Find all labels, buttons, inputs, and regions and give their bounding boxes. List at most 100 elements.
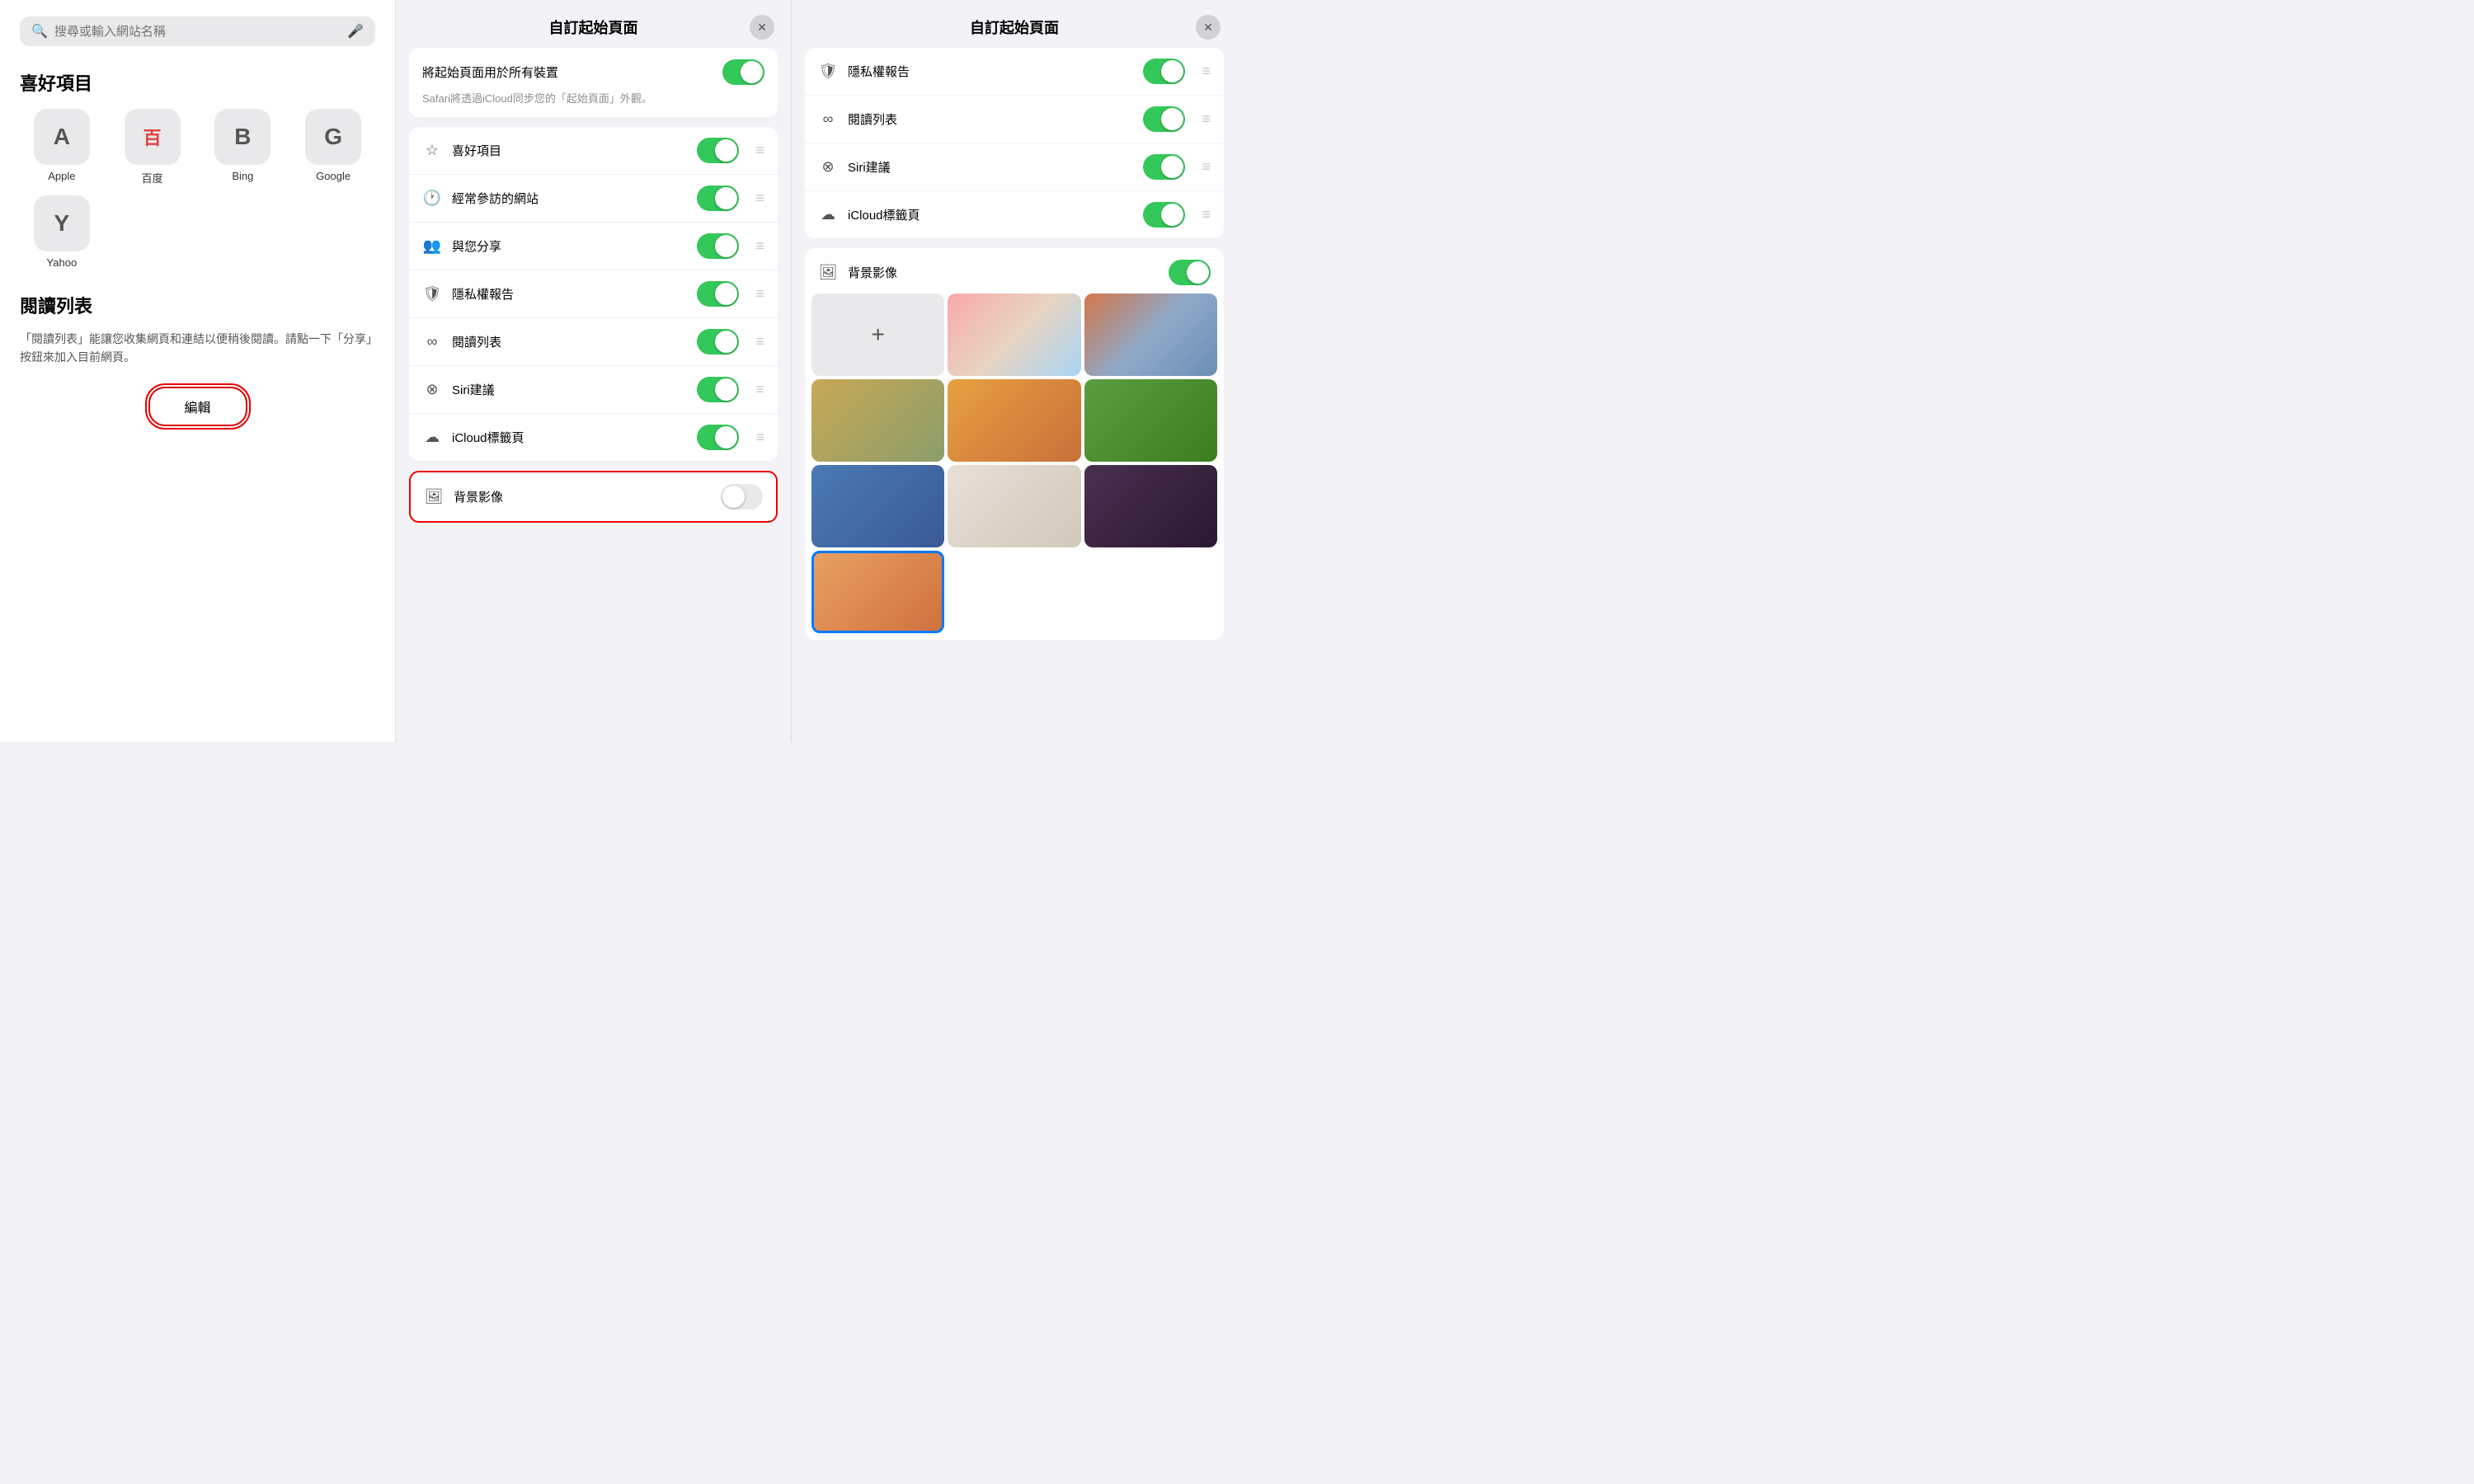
add-wallpaper-button[interactable]: + <box>811 294 944 376</box>
favorite-icon-bing: B <box>214 109 270 165</box>
drag-handle-reading[interactable]: ≡ <box>755 333 764 350</box>
p3-drag-icloud[interactable]: ≡ <box>1202 206 1211 223</box>
favorite-label-apple: Apple <box>48 170 75 182</box>
sync-toggle[interactable] <box>722 59 764 85</box>
settings-item-privacy: 🛡 隱私權報告 ≡ <box>409 270 778 318</box>
item-label-privacy: 隱私權報告 <box>452 285 687 303</box>
item-label-shared: 與您分享 <box>452 237 687 255</box>
favorite-item-baidu[interactable]: 百 百度 <box>111 109 195 186</box>
p3-settings-list: 🛡 隱私權報告 ≡ ∞ 閱讀列表 ≡ ⊗ Siri建議 ≡ ☁ <box>805 48 1224 238</box>
safari-start-page: 🔍 🎤 喜好項目 A Apple 百 百度 B Bing G Google Y … <box>0 0 396 742</box>
toggle-reading[interactable] <box>697 329 739 355</box>
drag-handle-siri[interactable]: ≡ <box>755 381 764 398</box>
p3-cloud-icon: ☁ <box>818 205 838 225</box>
wallpaper-dark[interactable] <box>1084 465 1217 547</box>
settings-item-siri: ⊗ Siri建議 ≡ <box>409 366 778 414</box>
p3-toggle-icloud[interactable] <box>1143 202 1185 228</box>
drag-handle-frequent[interactable]: ≡ <box>755 190 764 207</box>
toggle-shared[interactable] <box>697 233 739 259</box>
wallpaper-blue[interactable] <box>811 465 944 547</box>
item-label-frequent: 經常參訪的網站 <box>452 190 687 207</box>
p3-drag-siri[interactable]: ≡ <box>1202 158 1211 176</box>
settings-item-favorites: ☆ 喜好項目 ≡ <box>409 127 778 175</box>
toggle-siri[interactable] <box>697 377 739 402</box>
favorite-item-yahoo[interactable]: Y Yahoo <box>20 195 104 269</box>
toggle-frequent[interactable] <box>697 186 739 211</box>
shield-icon: 🛡 <box>422 284 442 304</box>
p3-shield-icon: 🛡 <box>818 62 838 82</box>
drag-handle-privacy[interactable]: ≡ <box>755 285 764 303</box>
modal-body-2: 🛡 隱私權報告 ≡ ∞ 閱讀列表 ≡ ⊗ Siri建議 ≡ ☁ <box>792 48 1237 742</box>
p3-bg-toggle[interactable] <box>1169 260 1211 285</box>
drag-handle-favorites[interactable]: ≡ <box>755 142 764 159</box>
sync-row: 將起始頁面用於所有裝置 <box>422 59 764 85</box>
favorite-item-apple[interactable]: A Apple <box>20 109 104 186</box>
star-icon: ☆ <box>422 141 442 161</box>
favorite-icon-google: G <box>305 109 361 165</box>
bg-toggle[interactable] <box>721 484 763 510</box>
favorites-title: 喜好項目 <box>20 69 375 96</box>
modal-header-2: 自訂起始頁面 ✕ <box>792 0 1237 48</box>
p3-drag-reading[interactable]: ≡ <box>1202 110 1211 128</box>
customize-modal-1: 自訂起始頁面 ✕ 將起始頁面用於所有裝置 Safari將透過iCloud同步您的… <box>396 0 792 742</box>
sync-desc: Safari將透過iCloud同步您的「起始頁面」外觀。 <box>422 90 764 106</box>
favorite-icon-baidu: 百 <box>125 109 181 165</box>
p3-toggle-siri[interactable] <box>1143 154 1185 180</box>
p3-glasses-icon: ∞ <box>818 110 838 129</box>
wallpaper-green[interactable] <box>1084 379 1217 462</box>
favorite-item-google[interactable]: G Google <box>291 109 375 186</box>
favorite-item-bing[interactable]: B Bing <box>201 109 285 186</box>
p3-image-icon: 🖼 <box>818 263 838 283</box>
sync-section: 將起始頁面用於所有裝置 Safari將透過iCloud同步您的「起始頁面」外觀。 <box>409 48 778 117</box>
edit-button[interactable]: 編輯 <box>148 387 247 426</box>
close-button-1[interactable]: ✕ <box>750 15 774 40</box>
plus-icon: + <box>871 322 884 348</box>
p3-toggle-privacy[interactable] <box>1143 59 1185 84</box>
drag-handle-icloud[interactable]: ≡ <box>755 429 764 446</box>
p3-item-reading: ∞ 閱讀列表 ≡ <box>805 96 1224 143</box>
glasses-icon: ∞ <box>422 332 442 352</box>
p3-item-privacy: 🛡 隱私權報告 ≡ <box>805 48 1224 96</box>
close-button-2[interactable]: ✕ <box>1196 15 1221 40</box>
toggle-favorites[interactable] <box>697 138 739 163</box>
clock-icon: 🕐 <box>422 189 442 209</box>
p3-bg-label: 背景影像 <box>848 264 1159 281</box>
settings-item-icloud: ☁ iCloud標籤頁 ≡ <box>409 414 778 461</box>
wallpaper-paper[interactable] <box>948 465 1080 547</box>
wallpaper-butterfly[interactable] <box>948 294 1080 376</box>
favorite-icon-yahoo: Y <box>34 195 90 251</box>
item-label-favorites: 喜好項目 <box>452 142 687 159</box>
favorite-label-baidu: 百度 <box>142 170 163 186</box>
bg-label: 背景影像 <box>454 488 711 505</box>
search-bar[interactable]: 🔍 🎤 <box>20 16 375 46</box>
p3-siri-icon: ⊗ <box>818 157 838 177</box>
modal-title-1: 自訂起始頁面 <box>549 16 638 38</box>
background-image-section: 🖼 背景影像 <box>409 471 778 523</box>
wallpaper-orange-selected[interactable] <box>811 551 944 633</box>
modal-title-2: 自訂起始頁面 <box>970 16 1059 38</box>
p3-toggle-reading[interactable] <box>1143 106 1185 132</box>
wallpaper-flowers[interactable] <box>948 379 1080 462</box>
wallpaper-abstract1[interactable] <box>811 379 944 462</box>
image-icon: 🖼 <box>424 487 444 507</box>
search-input[interactable] <box>54 25 341 39</box>
bg-header-row: 🖼 背景影像 <box>805 248 1224 294</box>
favorites-grid: A Apple 百 百度 B Bing G Google Y Yahoo <box>20 109 375 269</box>
toggle-privacy[interactable] <box>697 281 739 307</box>
p3-label-icloud: iCloud標籤頁 <box>848 206 1133 223</box>
drag-handle-shared[interactable]: ≡ <box>755 237 764 255</box>
p3-drag-privacy[interactable]: ≡ <box>1202 63 1211 80</box>
reading-list-title: 閱讀列表 <box>20 292 375 318</box>
settings-item-frequent: 🕐 經常參訪的網站 ≡ <box>409 175 778 223</box>
mic-icon[interactable]: 🎤 <box>347 23 364 40</box>
item-label-icloud: iCloud標籤頁 <box>452 429 687 446</box>
customize-modal-2: 自訂起始頁面 ✕ 🛡 隱私權報告 ≡ ∞ 閱讀列表 ≡ ⊗ Siri建議 <box>792 0 1237 742</box>
favorite-label-yahoo: Yahoo <box>47 256 78 269</box>
p3-label-reading: 閱讀列表 <box>848 110 1133 128</box>
siri-icon: ⊗ <box>422 380 442 400</box>
toggle-icloud[interactable] <box>697 425 739 450</box>
people-icon: 👥 <box>422 237 442 256</box>
wallpaper-bear[interactable] <box>1084 294 1217 376</box>
reading-list-description: 「閱讀列表」能讓您收集網頁和連結以便稍後閱讀。請點一下「分享」按鈕來加入目前網頁… <box>20 330 375 367</box>
favorite-label-google: Google <box>316 170 350 182</box>
